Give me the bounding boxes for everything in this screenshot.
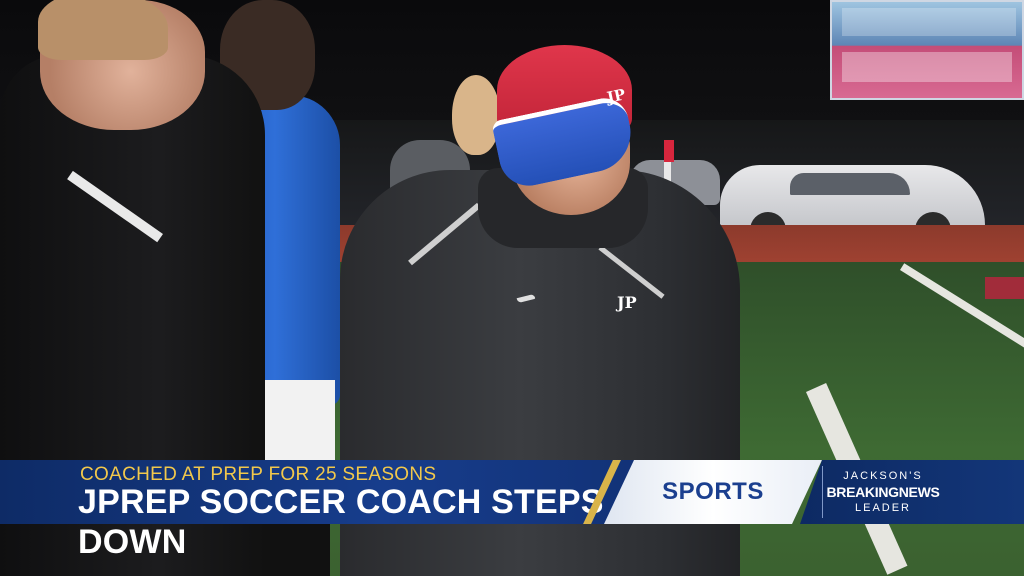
headline: JPREP SOCCER COACH STEPS DOWN [78,483,604,561]
brand-line-1: JACKSON'S [843,470,923,482]
jacket-logo: JP [617,293,637,312]
headline-banner: COACHED AT PREP FOR 25 SEASONS JPREP SOC… [0,460,636,561]
coach-beanie: JP [491,45,638,192]
car-window [790,173,910,195]
news-lower-third: COACHED AT PREP FOR 25 SEASONS JPREP SOC… [0,460,1024,561]
billboard-panel-bottom [842,52,1012,82]
player-shorts [265,380,335,460]
brand-line-3: LEADER [854,502,912,514]
beanie-logo: JP [605,85,628,107]
billboard-panel-top [842,8,1016,36]
brand-line-2: BREAKINGNEWS [826,484,940,500]
corner-flag [664,140,674,162]
background-player-head [452,75,500,155]
stadium-billboard [830,0,1024,100]
foreground-man-hair [38,0,168,60]
field-marking [985,277,1024,299]
section-label: SPORTS [662,478,764,505]
section-tag: SPORTS [604,460,822,524]
station-brand: JACKSON'S BREAKINGNEWS LEADER [822,466,943,518]
